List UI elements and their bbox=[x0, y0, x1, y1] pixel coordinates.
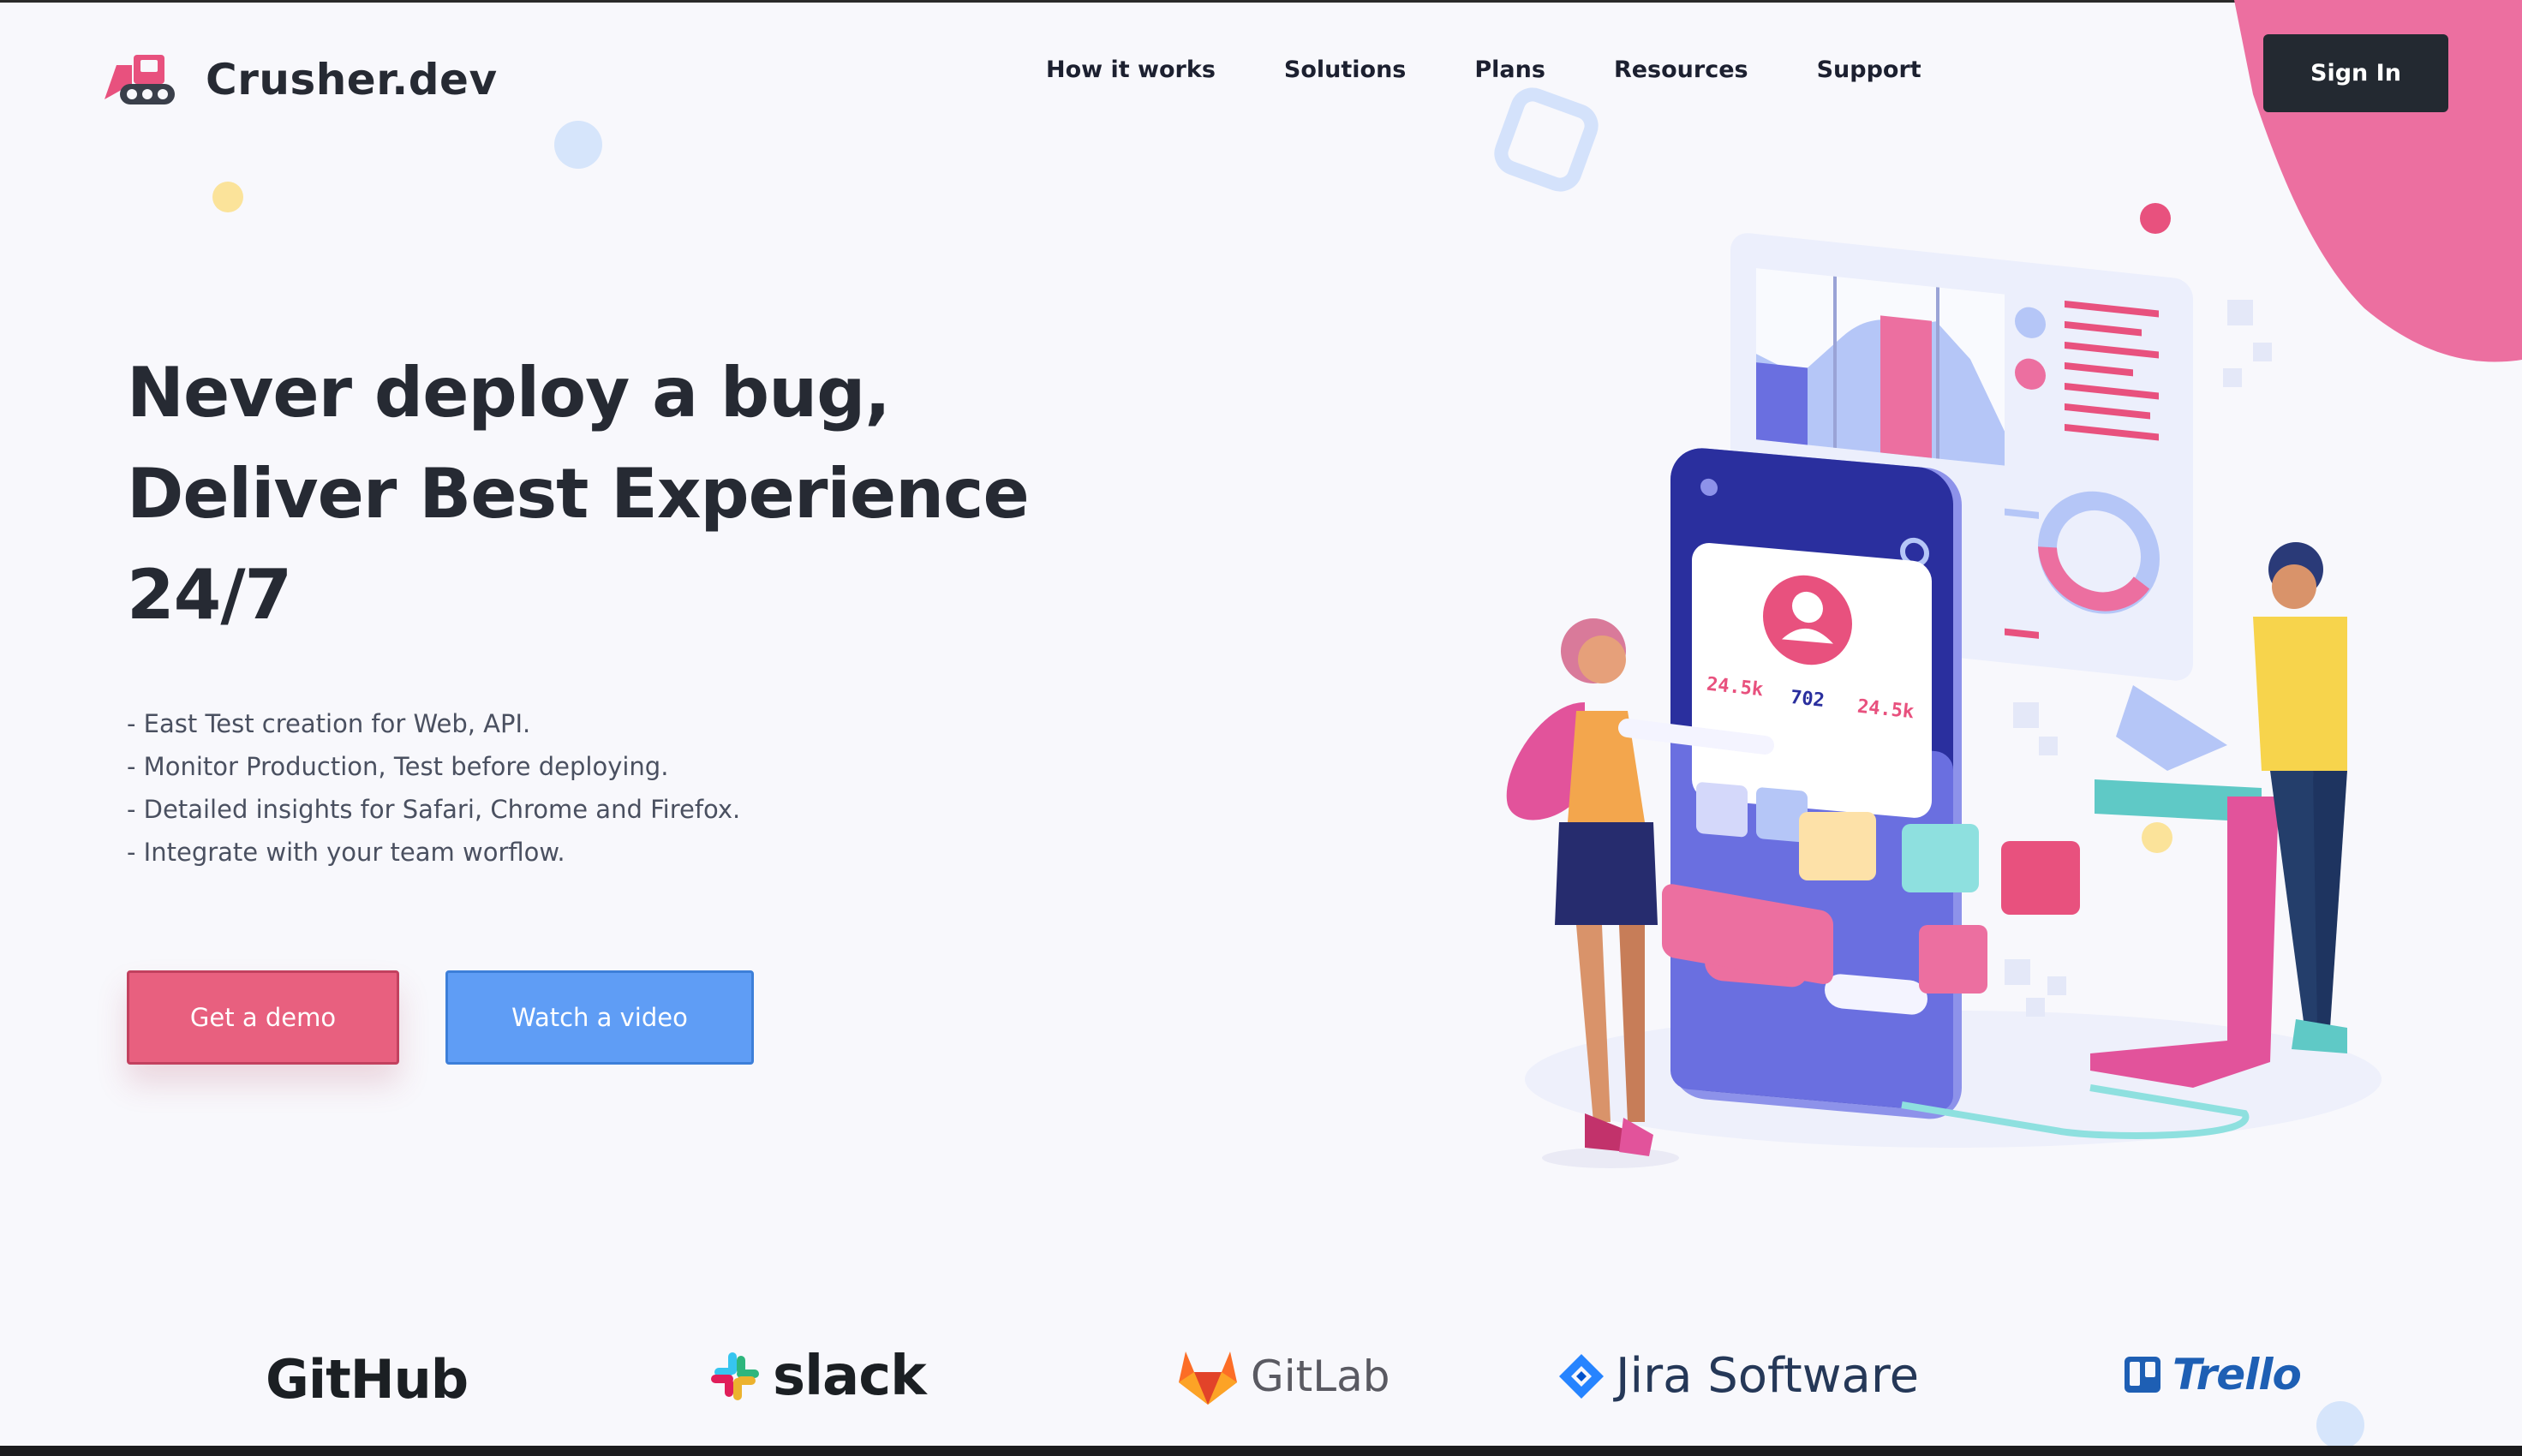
nav-solutions[interactable]: Solutions bbox=[1284, 57, 1406, 83]
floating-card-pink-2 bbox=[1919, 925, 1987, 994]
decor-dot-yellow bbox=[212, 182, 243, 212]
github-wordmark: GitHub bbox=[266, 1348, 469, 1411]
watch-video-button[interactable]: Watch a video bbox=[445, 970, 754, 1065]
slack-icon bbox=[711, 1352, 759, 1400]
feature-item: - Monitor Production, Test before deploy… bbox=[127, 752, 669, 781]
sign-in-button[interactable]: Sign In bbox=[2263, 34, 2448, 112]
taskbar-strip bbox=[0, 1446, 2522, 1456]
gitlab-wordmark: GitLab bbox=[1251, 1352, 1390, 1401]
get-demo-button[interactable]: Get a demo bbox=[127, 970, 399, 1065]
slack-wordmark: slack bbox=[773, 1345, 927, 1408]
stat-middle: 702 bbox=[1789, 686, 1826, 713]
partner-logos: GitHub slack GitLab Jira Software Trello bbox=[0, 1338, 2522, 1415]
decor-dot-yellow-2 bbox=[2142, 822, 2172, 853]
landing-page: 24.5k 702 24.5k Crusher.dev How it works… bbox=[0, 0, 2522, 1456]
gitlab-fox-icon bbox=[1179, 1352, 1237, 1405]
decor-dot-pink bbox=[2140, 203, 2171, 234]
brand-logo[interactable]: Crusher.dev bbox=[101, 50, 498, 110]
decor-dot-blue bbox=[554, 121, 602, 169]
feature-item: - Integrate with your team worflow. bbox=[127, 838, 565, 867]
main-nav: How it works Solutions Plans Resources S… bbox=[1046, 57, 1921, 83]
feature-item: - Detailed insights for Safari, Chrome a… bbox=[127, 795, 741, 824]
decor-square-outline bbox=[1494, 87, 1599, 192]
nav-resources[interactable]: Resources bbox=[1614, 57, 1748, 83]
github-logo: GitHub bbox=[266, 1348, 469, 1411]
phone-device bbox=[1670, 448, 1962, 1119]
trello-logo: Trello bbox=[2123, 1350, 2302, 1399]
feature-list: - East Test creation for Web, API. - Mon… bbox=[127, 702, 740, 874]
jira-icon bbox=[1559, 1353, 1604, 1399]
trello-icon bbox=[2125, 1357, 2160, 1393]
headline-line-3: 24/7 bbox=[127, 555, 292, 635]
jira-wordmark: Jira Software bbox=[1616, 1348, 1920, 1404]
headline-line-1: Never deploy a bug, bbox=[127, 353, 891, 433]
jira-logo: Jira Software bbox=[1557, 1348, 1919, 1404]
floating-card-cyan bbox=[1902, 824, 1979, 892]
nav-plans[interactable]: Plans bbox=[1474, 57, 1545, 83]
headline-line-2: Deliver Best Experience bbox=[127, 454, 1030, 534]
feature-item: - East Test creation for Web, API. bbox=[127, 709, 531, 738]
slack-logo: slack bbox=[708, 1345, 927, 1408]
hero-headline: Never deploy a bug, Deliver Best Experie… bbox=[127, 343, 1069, 646]
gitlab-logo: GitLab bbox=[1175, 1346, 1389, 1406]
floating-card-magenta bbox=[2001, 841, 2080, 915]
floating-card-yellow bbox=[1799, 812, 1876, 880]
bulldozer-icon bbox=[105, 55, 175, 104]
nav-support[interactable]: Support bbox=[1817, 57, 1921, 83]
nav-how-it-works[interactable]: How it works bbox=[1046, 57, 1216, 83]
brand-name: Crusher.dev bbox=[206, 55, 498, 104]
trello-wordmark: Trello bbox=[2172, 1350, 2302, 1399]
